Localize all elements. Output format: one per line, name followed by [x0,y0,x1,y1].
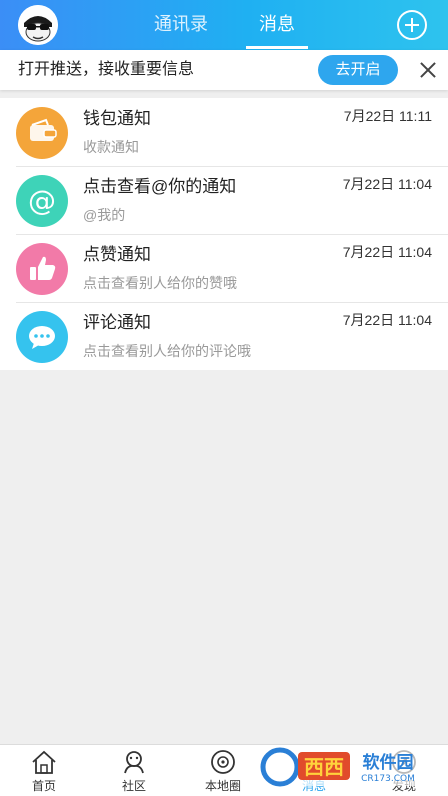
push-notification-banner: 打开推送，接收重要信息 去开启 [0,50,448,90]
nav-messages[interactable]: 消息 [279,745,349,796]
item-title: 钱包通知 [83,109,151,128]
item-subtitle: 点击查看别人给你的评论哦 [83,343,251,359]
close-icon[interactable] [416,58,440,82]
local-circle-icon [211,750,235,774]
nav-label: 本地圈 [204,779,241,793]
nav-discover[interactable]: 发现 [369,745,439,796]
active-tab-indicator [246,46,308,49]
wallet-icon [16,107,68,159]
thumbs-up-icon [16,243,68,295]
svg-text:@: @ [28,184,56,217]
community-icon [124,751,144,774]
item-time: 7月22日 11:11 [343,108,432,124]
list-item-wallet[interactable]: 钱包通知 收款通知 7月22日 11:11 [0,98,448,166]
list-item-comments[interactable]: 评论通知 点击查看别人给你的评论哦 7月22日 11:04 [0,302,448,370]
item-time: 7月22日 11:04 [342,312,432,328]
nav-label: 消息 [301,779,326,793]
item-subtitle: 点击查看别人给你的赞哦 [83,275,237,291]
home-icon [32,750,56,774]
enable-push-button[interactable]: 去开启 [318,55,398,85]
nav-label: 首页 [31,779,56,793]
item-subtitle: 收款通知 [83,139,139,155]
comment-bubble-icon [16,311,68,363]
item-subtitle: @我的 [83,207,126,223]
top-header: 通讯录 消息 [0,0,448,50]
message-icon [303,752,325,774]
bottom-nav: 首页 社区 本地圈 消息 发现 [0,744,448,796]
tab-contacts[interactable]: 通讯录 [149,10,213,40]
at-sign-icon: @ [16,175,68,227]
nav-home[interactable]: 首页 [9,745,79,796]
tab-messages[interactable]: 消息 [252,10,302,40]
item-time: 7月22日 11:04 [342,176,432,192]
discover-icon [392,750,416,774]
item-time: 7月22日 11:04 [342,244,432,260]
item-title: 点击查看@你的通知 [83,177,237,196]
nav-local-circle[interactable]: 本地圈 [188,745,258,796]
user-avatar[interactable] [18,5,58,45]
list-item-likes[interactable]: 点赞通知 点击查看别人给你的赞哦 7月22日 11:04 [0,234,448,302]
avatar-face-icon [18,5,58,45]
add-plus-icon[interactable] [397,10,427,40]
list-item-mentions[interactable]: @ 点击查看@你的通知 @我的 7月22日 11:04 [0,166,448,234]
nav-community[interactable]: 社区 [99,745,169,796]
banner-text: 打开推送，接收重要信息 [18,61,195,78]
nav-label: 社区 [121,779,146,793]
item-title: 评论通知 [83,313,151,332]
item-title: 点赞通知 [83,245,151,264]
nav-label: 发现 [391,779,416,793]
message-list: 钱包通知 收款通知 7月22日 11:11 @ 点击查看@你的通知 @我的 7月… [0,98,448,370]
